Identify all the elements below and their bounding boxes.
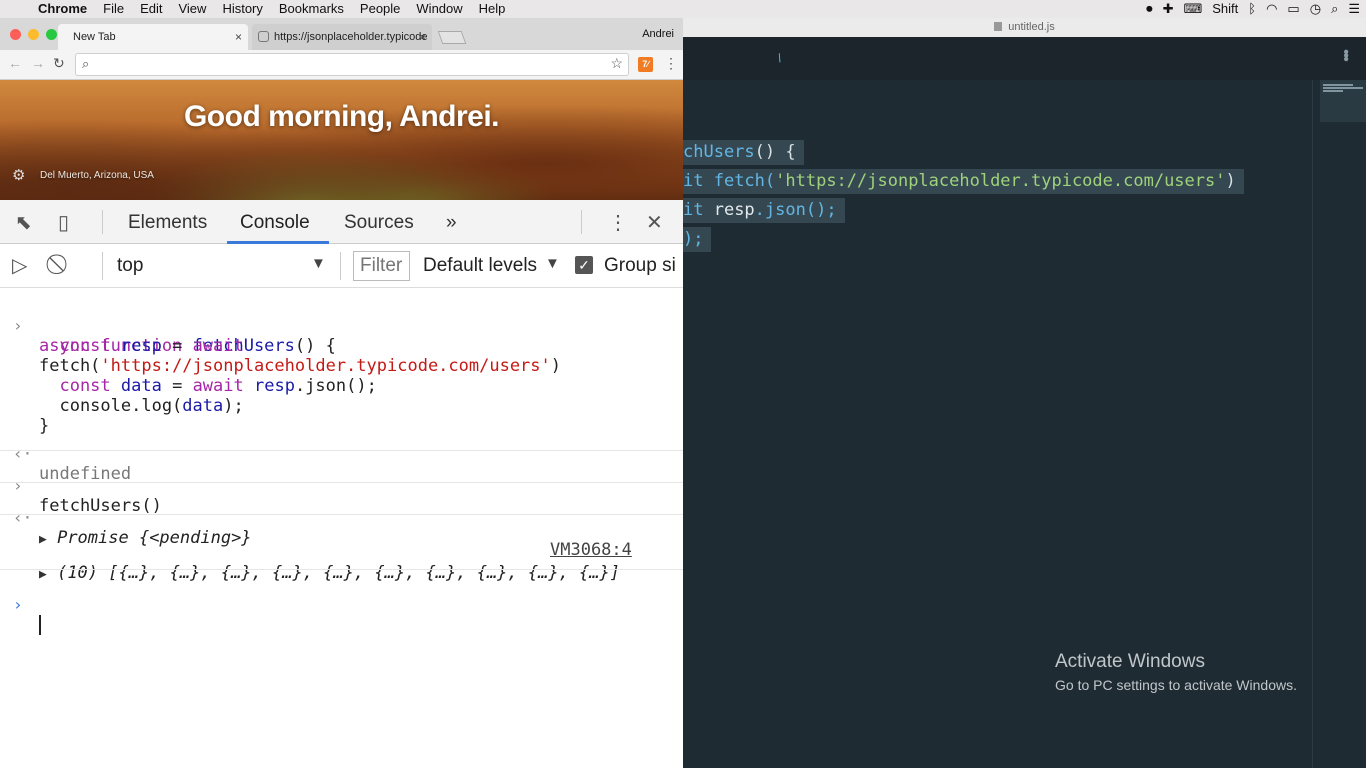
menu-file[interactable]: File bbox=[95, 0, 132, 18]
devtools-panel: ⬉ ▯ Elements Console Sources » ⋮ ✕ ▷ ⃠ t… bbox=[0, 200, 683, 768]
code-line: chUsers() { bbox=[683, 140, 804, 165]
minimap-line bbox=[1323, 87, 1363, 89]
profile-name[interactable]: Andrei bbox=[642, 28, 674, 40]
console-prompt[interactable]: › bbox=[0, 575, 683, 655]
bluetooth-icon[interactable]: ᛒ bbox=[1248, 0, 1256, 18]
watermark-subtitle: Go to PC settings to activate Windows. bbox=[1055, 677, 1297, 693]
more-options-icon[interactable]: ••• bbox=[1336, 49, 1354, 60]
menu-help[interactable]: Help bbox=[471, 0, 514, 18]
editor-scroll-divider bbox=[1312, 80, 1313, 768]
notification-list-icon[interactable]: ☰ bbox=[1348, 0, 1360, 18]
menu-edit[interactable]: Edit bbox=[132, 0, 170, 18]
wifi-icon[interactable]: ◠ bbox=[1266, 0, 1277, 18]
greeting-text: Good morning, Andrei. bbox=[183, 100, 500, 133]
menu-bar: Chrome File Edit View History Bookmarks … bbox=[0, 0, 1366, 18]
close-tab-icon[interactable]: × bbox=[235, 24, 242, 50]
tab-jsonplaceholder[interactable]: https://jsonplaceholder.typicode × bbox=[252, 24, 432, 50]
new-tab-page-banner: Good morning, Andrei. ⚙ Del Muerto, Ariz… bbox=[0, 80, 683, 200]
battery-icon[interactable]: ▭ bbox=[1287, 0, 1299, 18]
code-line: it resp.json(); bbox=[683, 198, 845, 223]
bookmark-star-icon[interactable]: ☆ bbox=[610, 55, 623, 72]
tab-label: New Tab bbox=[73, 31, 116, 43]
close-window-button[interactable] bbox=[10, 29, 21, 40]
device-toolbar-icon[interactable]: ▯ bbox=[58, 210, 69, 235]
favicon-icon bbox=[258, 31, 269, 42]
show-sidebar-icon[interactable]: ▷ bbox=[12, 253, 27, 278]
divider bbox=[0, 569, 683, 570]
devtools-menu-icon[interactable]: ⋮ bbox=[608, 210, 628, 235]
minimap-line bbox=[1323, 90, 1343, 92]
group-similar-checkbox[interactable]: ✓ bbox=[575, 256, 593, 274]
editor-tab-bar: / ••• bbox=[683, 37, 1366, 80]
chevron-down-icon[interactable]: ▼ bbox=[545, 255, 560, 272]
console-output[interactable]: › async function fetchUsers() { const re… bbox=[0, 288, 683, 768]
tab-strip: New Tab × https://jsonplaceholder.typico… bbox=[0, 18, 683, 50]
address-bar[interactable]: ⌕ ☆ bbox=[75, 53, 629, 76]
close-devtools-icon[interactable]: ✕ bbox=[646, 210, 663, 235]
minimize-window-button[interactable] bbox=[28, 29, 39, 40]
tab-new-tab[interactable]: New Tab × bbox=[58, 24, 248, 50]
menu-view[interactable]: View bbox=[170, 0, 214, 18]
new-tab-button[interactable] bbox=[437, 31, 467, 44]
activate-windows-watermark: Activate Windows Go to PC settings to ac… bbox=[1055, 651, 1297, 695]
devtools-tab-bar: ⬉ ▯ Elements Console Sources » ⋮ ✕ bbox=[0, 200, 683, 244]
reload-icon[interactable]: ↻ bbox=[53, 55, 65, 72]
chrome-window: New Tab × https://jsonplaceholder.typico… bbox=[0, 18, 683, 768]
prompt-chevron-icon: › bbox=[13, 595, 23, 614]
maximize-window-button[interactable] bbox=[46, 29, 57, 40]
text-cursor bbox=[39, 615, 41, 635]
divider bbox=[102, 210, 103, 234]
search-icon: ⌕ bbox=[82, 56, 90, 71]
context-selector[interactable]: top bbox=[117, 255, 143, 277]
menu-window[interactable]: Window bbox=[408, 0, 470, 18]
divider bbox=[581, 210, 582, 234]
browser-toolbar: ← → ↻ ⌕ ☆ 7∕ ⋮ bbox=[0, 50, 683, 80]
forward-icon[interactable]: → bbox=[31, 55, 45, 71]
chevron-down-icon[interactable]: ▼ bbox=[311, 255, 326, 272]
status-area: ⏺ ✚ ⌨ Shift ᛒ ◠ ▭ ◷ ⌕ ☰ bbox=[1146, 0, 1360, 18]
editor-filename: untitled.js bbox=[1008, 21, 1055, 33]
file-icon bbox=[994, 22, 1003, 31]
minimap-line bbox=[1323, 84, 1353, 86]
menu-bookmarks[interactable]: Bookmarks bbox=[271, 0, 352, 18]
photo-location[interactable]: Del Muerto, Arizona, USA bbox=[40, 170, 154, 181]
console-toolbar: ▷ ⃠ top ▼ Default levels ▼ ✓ Group si bbox=[0, 244, 683, 288]
watermark-title: Activate Windows bbox=[1055, 651, 1205, 672]
tab-elements[interactable]: Elements bbox=[128, 212, 207, 234]
more-tabs-icon[interactable]: » bbox=[446, 212, 457, 234]
divider bbox=[340, 252, 341, 280]
log-levels-dropdown[interactable]: Default levels bbox=[423, 255, 537, 277]
group-similar-label: Group si bbox=[604, 255, 676, 276]
divider bbox=[0, 514, 683, 515]
clock-icon[interactable]: ◷ bbox=[1310, 0, 1321, 18]
screen-record-icon[interactable]: ⏺ bbox=[1146, 0, 1153, 18]
extension-icon[interactable]: 7∕ bbox=[638, 57, 653, 72]
shift-indicator[interactable]: Shift bbox=[1212, 0, 1238, 18]
editor-title-bar: untitled.js bbox=[683, 18, 1366, 37]
inspect-element-icon[interactable]: ⬉ bbox=[15, 210, 32, 235]
back-icon[interactable]: ← bbox=[8, 55, 22, 71]
tab-console[interactable]: Console bbox=[240, 212, 310, 234]
gear-icon[interactable]: ⚙ bbox=[12, 166, 25, 184]
tab-sources[interactable]: Sources bbox=[344, 212, 414, 234]
filter-input[interactable] bbox=[353, 251, 410, 281]
menu-app-name[interactable]: Chrome bbox=[30, 0, 95, 18]
chrome-menu-icon[interactable]: ⋮ bbox=[664, 55, 678, 72]
pencil-icon[interactable]: / bbox=[776, 51, 784, 65]
extension-cross-icon[interactable]: ✚ bbox=[1163, 0, 1174, 18]
divider bbox=[102, 252, 103, 280]
code-line: it fetch('https://jsonplaceholder.typico… bbox=[683, 169, 1244, 194]
code-line: ); bbox=[683, 227, 712, 252]
menu-people[interactable]: People bbox=[352, 0, 408, 18]
menu-history[interactable]: History bbox=[214, 0, 270, 18]
divider bbox=[0, 450, 683, 451]
close-tab-icon[interactable]: × bbox=[419, 24, 426, 50]
divider bbox=[0, 482, 683, 483]
keyboard-icon[interactable]: ⌨ bbox=[1183, 0, 1202, 18]
spotlight-search-icon[interactable]: ⌕ bbox=[1331, 0, 1338, 18]
tab-label: https://jsonplaceholder.typicode bbox=[274, 31, 428, 43]
minimap[interactable] bbox=[1320, 80, 1366, 122]
